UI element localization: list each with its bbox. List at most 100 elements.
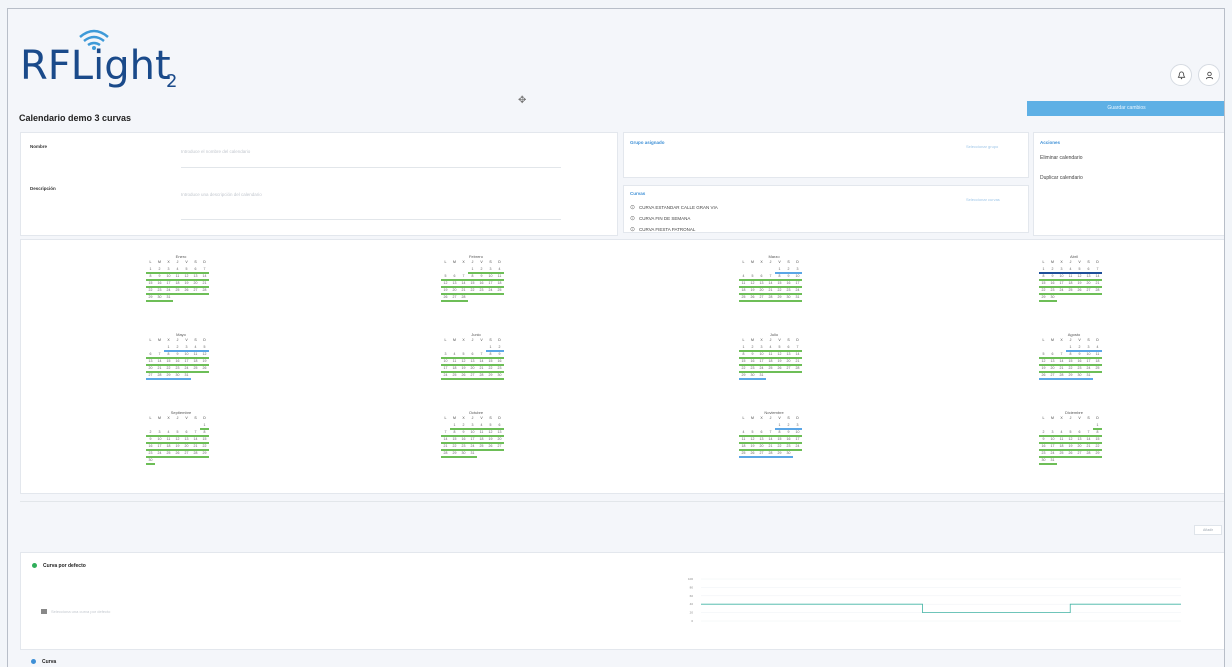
day-cell[interactable]: 10 bbox=[793, 274, 802, 281]
day-cell[interactable]: 27 bbox=[450, 295, 459, 302]
day-cell[interactable]: 29 bbox=[775, 295, 784, 302]
day-cell[interactable]: 25 bbox=[173, 288, 182, 295]
day-cell[interactable]: 26 bbox=[1066, 451, 1075, 458]
day-cell[interactable]: 8 bbox=[164, 352, 173, 359]
day-cell[interactable]: 24 bbox=[468, 444, 477, 451]
day-cell[interactable]: 7 bbox=[459, 274, 468, 281]
day-cell[interactable]: 27 bbox=[1084, 288, 1093, 295]
day-cell[interactable]: 13 bbox=[191, 274, 200, 281]
day-cell[interactable]: 14 bbox=[1057, 359, 1066, 366]
day-cell[interactable]: 12 bbox=[441, 281, 450, 288]
day-cell[interactable]: 28 bbox=[191, 451, 200, 458]
day-cell[interactable]: 20 bbox=[495, 437, 504, 444]
day-cell[interactable]: 20 bbox=[757, 444, 766, 451]
day-cell[interactable]: 18 bbox=[164, 444, 173, 451]
day-cell[interactable]: 10 bbox=[793, 430, 802, 437]
day-cell[interactable]: 8 bbox=[775, 430, 784, 437]
day-cell[interactable]: 20 bbox=[1075, 444, 1084, 451]
day-cell[interactable]: 29 bbox=[164, 373, 173, 380]
day-cell[interactable]: 3 bbox=[1057, 267, 1066, 274]
day-cell[interactable]: 1 bbox=[739, 345, 748, 352]
day-cell[interactable]: 26 bbox=[459, 373, 468, 380]
day-cell[interactable]: 7 bbox=[441, 430, 450, 437]
day-cell[interactable]: 26 bbox=[182, 288, 191, 295]
day-cell[interactable]: 27 bbox=[757, 295, 766, 302]
day-cell[interactable]: 20 bbox=[191, 281, 200, 288]
day-cell[interactable]: 11 bbox=[766, 352, 775, 359]
day-cell[interactable]: 2 bbox=[784, 423, 793, 430]
add-button[interactable]: Añadir bbox=[1194, 525, 1222, 535]
day-cell[interactable]: 14 bbox=[155, 359, 164, 366]
day-cell[interactable]: 23 bbox=[173, 366, 182, 373]
day-cell[interactable]: 7 bbox=[1057, 352, 1066, 359]
day-cell[interactable]: 5 bbox=[748, 274, 757, 281]
day-cell[interactable]: 8 bbox=[146, 274, 155, 281]
day-cell[interactable]: 23 bbox=[146, 451, 155, 458]
day-cell[interactable]: 12 bbox=[1039, 359, 1048, 366]
drag-icon[interactable]: ✥ bbox=[518, 95, 526, 106]
day-cell[interactable]: 18 bbox=[739, 288, 748, 295]
day-cell[interactable]: 23 bbox=[459, 444, 468, 451]
day-cell[interactable]: 17 bbox=[155, 444, 164, 451]
day-cell[interactable]: 4 bbox=[173, 267, 182, 274]
day-cell[interactable]: 9 bbox=[1048, 274, 1057, 281]
day-cell[interactable]: 19 bbox=[173, 444, 182, 451]
day-cell[interactable]: 30 bbox=[155, 295, 164, 302]
day-cell[interactable]: 8 bbox=[1066, 352, 1075, 359]
day-cell[interactable]: 30 bbox=[1039, 458, 1048, 465]
day-cell[interactable]: 4 bbox=[739, 430, 748, 437]
day-cell[interactable]: 1 bbox=[468, 267, 477, 274]
day-cell[interactable]: 30 bbox=[784, 295, 793, 302]
name-input[interactable]: Introduce el nombre del calendario bbox=[181, 149, 250, 154]
day-cell[interactable]: 1 bbox=[146, 267, 155, 274]
day-cell[interactable]: 29 bbox=[1093, 451, 1102, 458]
day-cell[interactable]: 18 bbox=[1093, 359, 1102, 366]
day-cell[interactable]: 5 bbox=[182, 267, 191, 274]
day-cell[interactable]: 11 bbox=[739, 437, 748, 444]
day-cell[interactable]: 20 bbox=[146, 366, 155, 373]
day-cell[interactable]: 14 bbox=[477, 359, 486, 366]
day-cell[interactable]: 25 bbox=[477, 444, 486, 451]
day-cell[interactable]: 8 bbox=[200, 430, 209, 437]
day-cell[interactable]: 30 bbox=[495, 373, 504, 380]
day-cell[interactable]: 7 bbox=[155, 352, 164, 359]
day-cell[interactable]: 7 bbox=[766, 430, 775, 437]
day-cell[interactable]: 25 bbox=[191, 366, 200, 373]
day-cell[interactable]: 21 bbox=[155, 366, 164, 373]
day-cell[interactable]: 13 bbox=[1048, 359, 1057, 366]
day-cell[interactable]: 22 bbox=[164, 366, 173, 373]
day-cell[interactable]: 1 bbox=[1093, 423, 1102, 430]
day-cell[interactable]: 28 bbox=[1084, 451, 1093, 458]
day-cell[interactable]: 28 bbox=[459, 295, 468, 302]
day-cell[interactable]: 3 bbox=[793, 267, 802, 274]
day-cell[interactable]: 21 bbox=[477, 366, 486, 373]
day-cell[interactable]: 2 bbox=[146, 430, 155, 437]
day-cell[interactable]: 19 bbox=[1039, 366, 1048, 373]
day-cell[interactable]: 15 bbox=[739, 359, 748, 366]
day-cell[interactable]: 11 bbox=[191, 352, 200, 359]
day-cell[interactable]: 28 bbox=[200, 288, 209, 295]
day-cell[interactable]: 18 bbox=[495, 281, 504, 288]
day-cell[interactable]: 27 bbox=[468, 373, 477, 380]
day-cell[interactable]: 2 bbox=[155, 267, 164, 274]
description-input[interactable]: Introduce una descripción del calendario bbox=[181, 192, 262, 197]
day-cell[interactable]: 8 bbox=[486, 352, 495, 359]
day-cell[interactable]: 4 bbox=[1066, 267, 1075, 274]
day-cell[interactable]: 18 bbox=[1066, 281, 1075, 288]
day-cell[interactable]: 31 bbox=[182, 373, 191, 380]
day-cell[interactable]: 2 bbox=[1048, 267, 1057, 274]
day-cell[interactable]: 25 bbox=[1057, 451, 1066, 458]
day-cell[interactable]: 24 bbox=[182, 366, 191, 373]
day-cell[interactable]: 7 bbox=[793, 345, 802, 352]
day-cell[interactable]: 9 bbox=[155, 274, 164, 281]
day-cell[interactable]: 30 bbox=[748, 373, 757, 380]
day-cell[interactable]: 1 bbox=[486, 345, 495, 352]
day-cell[interactable]: 20 bbox=[784, 359, 793, 366]
day-cell[interactable]: 16 bbox=[146, 444, 155, 451]
day-cell[interactable]: 13 bbox=[450, 281, 459, 288]
day-cell[interactable]: 3 bbox=[757, 345, 766, 352]
save-button[interactable]: Guardar cambios bbox=[1027, 101, 1224, 116]
day-cell[interactable]: 9 bbox=[784, 274, 793, 281]
day-cell[interactable]: 2 bbox=[748, 345, 757, 352]
day-cell[interactable]: 16 bbox=[784, 281, 793, 288]
